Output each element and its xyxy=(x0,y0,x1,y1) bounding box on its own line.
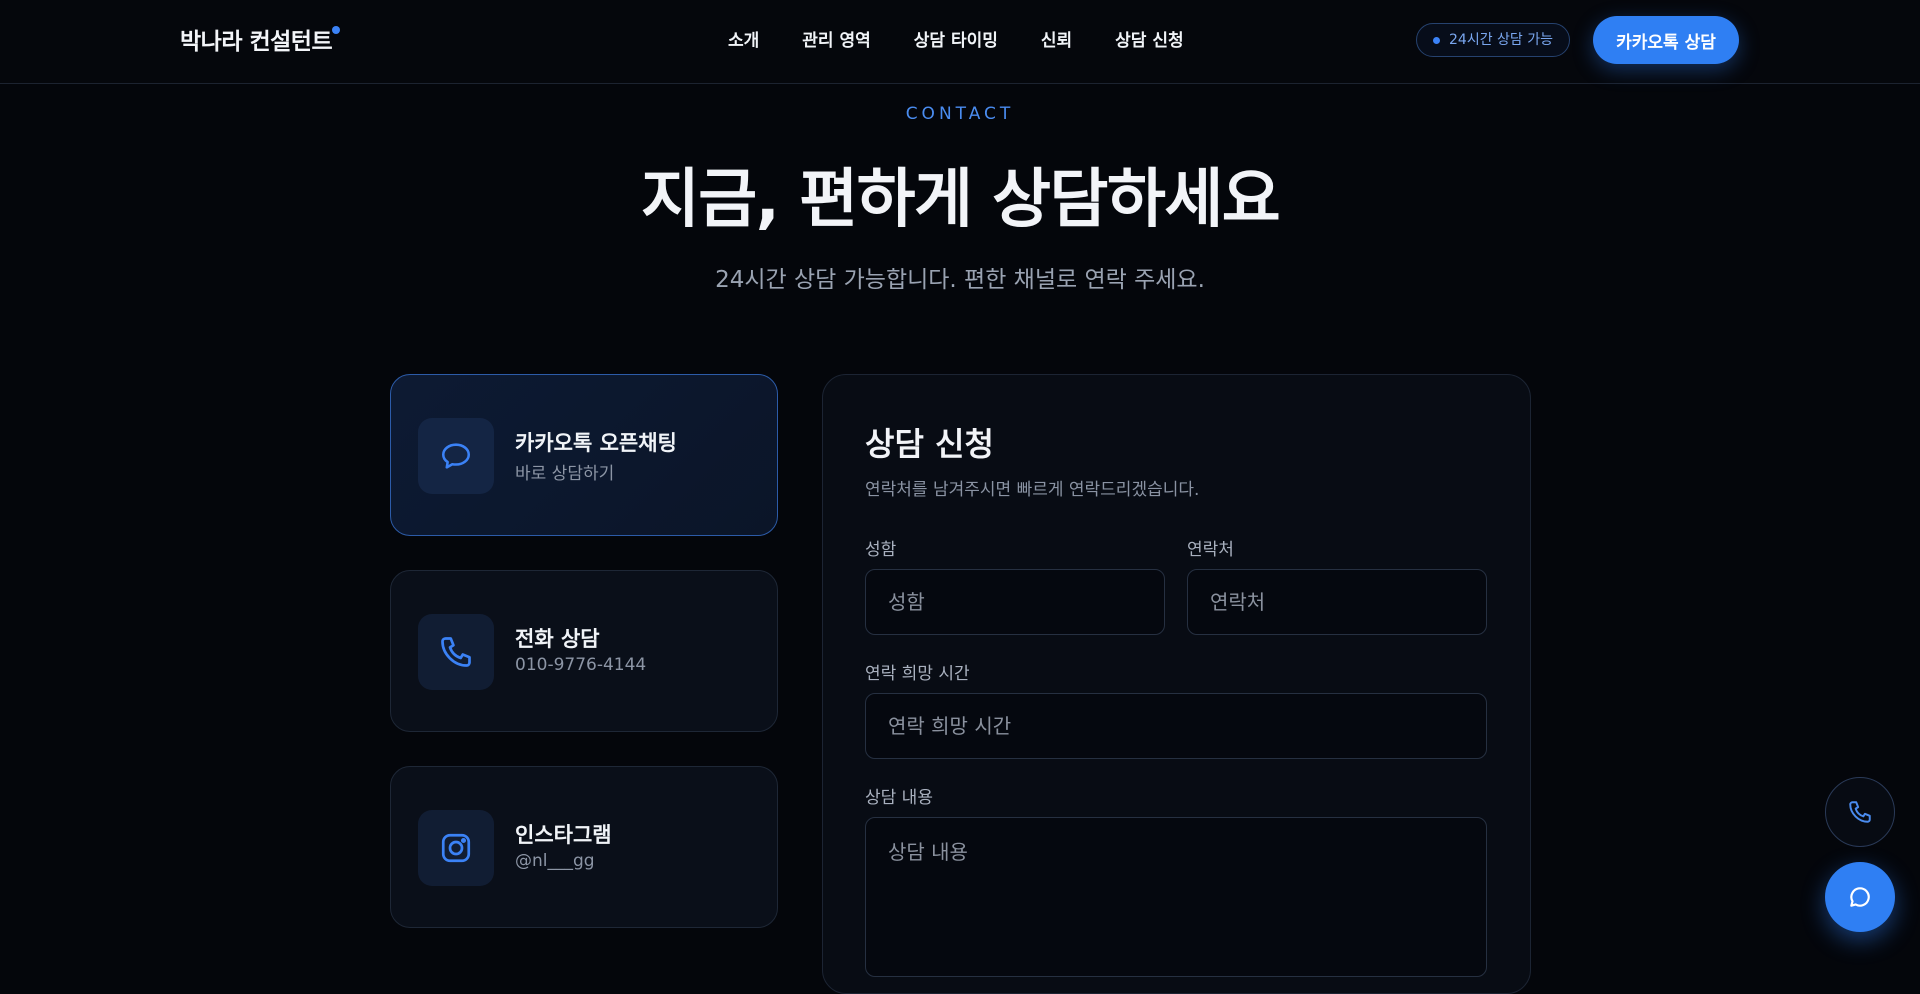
name-label: 성함 xyxy=(865,540,897,560)
main-nav: 소개 관리 영역 상담 타이밍 신뢰 상담 신청 xyxy=(728,26,1184,51)
contact-card-subtitle: 바로 상담하기 xyxy=(515,464,615,484)
phone-icon xyxy=(418,614,494,690)
nav-link-management[interactable]: 관리 영역 xyxy=(802,26,870,51)
page-title: 지금, 편하게 상담하세요 xyxy=(640,163,1281,237)
status-dot xyxy=(1433,37,1440,44)
site-logo[interactable]: 박나라 컨설턴트 xyxy=(180,22,333,56)
phone-label: 연락처 xyxy=(1187,540,1234,560)
chat-icon xyxy=(418,418,494,494)
floating-chat-button[interactable] xyxy=(1825,862,1895,932)
content-label: 상담 내용 xyxy=(865,788,933,808)
phone-input[interactable] xyxy=(1187,569,1487,635)
floating-phone-button[interactable] xyxy=(1825,777,1895,847)
contact-card-title: 카카오톡 오픈채팅 xyxy=(515,431,677,455)
site-header: 박나라 컨설턴트 소개 관리 영역 상담 타이밍 신뢰 상담 신청 24시간 상… xyxy=(0,0,1920,84)
availability-badge: 24시간 상담 가능 xyxy=(1416,23,1570,57)
contact-card-subtitle: @nl___gg xyxy=(515,851,595,871)
page-subtitle: 24시간 상담 가능합니다. 편한 채널로 연락 주세요. xyxy=(715,267,1205,293)
contact-card-subtitle: 010-9776-4144 xyxy=(515,655,647,675)
nav-link-about[interactable]: 소개 xyxy=(728,26,759,51)
contact-card-title: 전화 상담 xyxy=(515,627,600,651)
section-eyebrow: CONTACT xyxy=(905,104,1015,124)
contact-card-phone[interactable]: 전화 상담 010-9776-4144 xyxy=(390,570,778,732)
contact-card-title: 인스타그램 xyxy=(515,823,612,847)
form-description: 연락처를 남겨주시면 빠르게 연락드리겠습니다. xyxy=(865,480,1200,500)
logo-dot xyxy=(332,26,340,34)
chat-icon xyxy=(1850,887,1870,907)
consult-content-textarea[interactable] xyxy=(865,817,1487,977)
form-title: 상담 신청 xyxy=(865,425,994,463)
phone-icon xyxy=(1849,801,1871,823)
kakao-consult-button[interactable]: 카카오톡 상담 xyxy=(1593,16,1739,64)
nav-link-timing[interactable]: 상담 타이밍 xyxy=(914,26,998,51)
time-label: 연락 희망 시간 xyxy=(865,664,970,684)
nav-link-apply[interactable]: 상담 신청 xyxy=(1115,26,1183,51)
name-input[interactable] xyxy=(865,569,1165,635)
consult-form: 상담 신청 연락처를 남겨주시면 빠르게 연락드리겠습니다. 성함 연락처 연락… xyxy=(822,374,1531,994)
preferred-time-input[interactable] xyxy=(865,693,1487,759)
nav-link-trust[interactable]: 신뢰 xyxy=(1041,26,1072,51)
availability-badge-label: 24시간 상담 가능 xyxy=(1449,32,1553,48)
contact-card-instagram[interactable]: 인스타그램 @nl___gg xyxy=(390,766,778,928)
instagram-icon xyxy=(418,810,494,886)
contact-card-kakao[interactable]: 카카오톡 오픈채팅 바로 상담하기 xyxy=(390,374,778,536)
